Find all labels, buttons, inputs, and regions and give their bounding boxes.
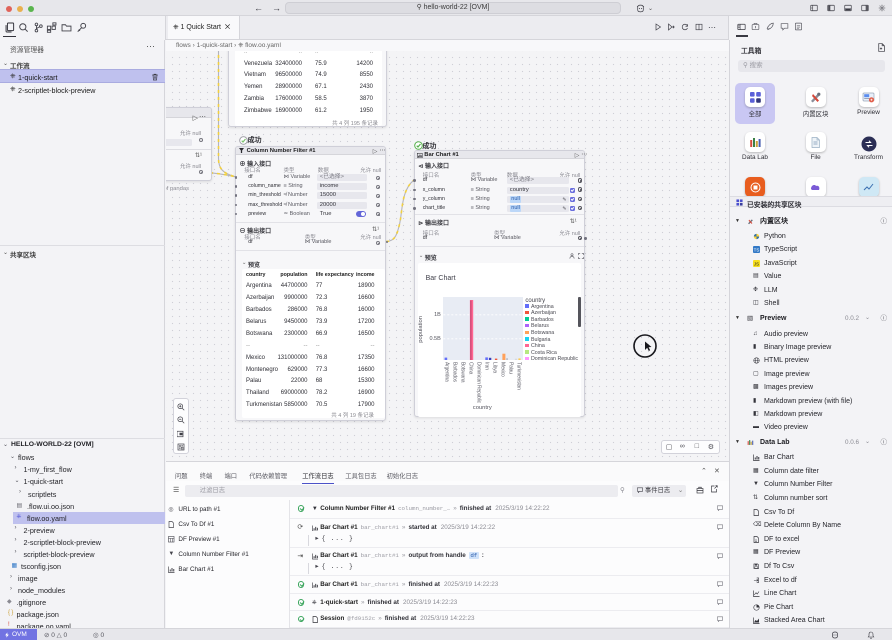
- svg-text:TS: TS: [754, 248, 760, 253]
- svg-text:JS: JS: [754, 261, 759, 266]
